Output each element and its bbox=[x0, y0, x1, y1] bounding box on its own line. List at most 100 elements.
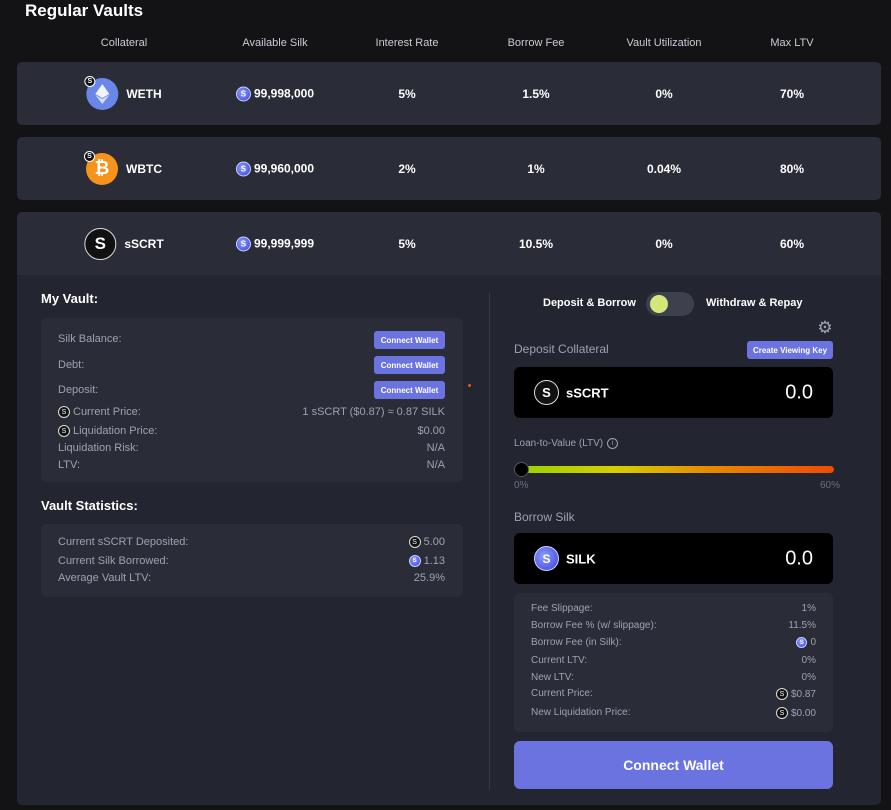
collateral-token-name: sSCRT bbox=[566, 385, 609, 400]
column-header-max-ltv: Max LTV bbox=[770, 37, 814, 49]
collateral-name: WETH bbox=[126, 86, 162, 101]
collateral-amount[interactable]: 0.0 bbox=[785, 381, 813, 404]
liquidation-risk-value: N/A bbox=[426, 442, 445, 454]
detail-value-row: S0 bbox=[796, 637, 816, 648]
detail-label: New LTV: bbox=[531, 672, 574, 683]
create-viewing-key-button[interactable]: Create Viewing Key bbox=[747, 341, 833, 359]
sscrt-icon: S bbox=[408, 536, 421, 548]
column-header-collateral: Collateral bbox=[100, 37, 148, 49]
borrow-amount[interactable]: 0.0 bbox=[785, 547, 813, 570]
vault-row-weth[interactable]: S WETH S 99,998,000 5% 1.5% 0% 70% bbox=[17, 62, 881, 125]
connect-wallet-button-deposit[interactable]: Connect Wallet bbox=[374, 381, 445, 399]
toggle-deposit-borrow-label: Deposit & Borrow bbox=[543, 297, 636, 309]
ltv-value: N/A bbox=[426, 459, 445, 471]
detail-label: New Liquidation Price: bbox=[531, 707, 631, 718]
detail-value: $0.87 bbox=[790, 688, 816, 700]
silk-balance-label: Silk Balance: bbox=[58, 333, 122, 345]
liquidation-price-value: $0.00 bbox=[417, 425, 445, 437]
column-header-vault-utilization: Vault Utilization bbox=[626, 37, 702, 49]
detail-value: 0 bbox=[810, 637, 816, 648]
deposit-label: Deposit: bbox=[58, 384, 99, 396]
detail-label: Current LTV: bbox=[531, 655, 588, 666]
vault-statistics-title: Vault Statistics: bbox=[41, 498, 138, 513]
weth-icon: S bbox=[84, 75, 119, 110]
detail-label: Current Price: bbox=[531, 688, 593, 699]
avg-ltv-label: Average Vault LTV: bbox=[58, 572, 152, 584]
sscrt-icon: S bbox=[534, 380, 559, 405]
ltv-slider-handle[interactable] bbox=[514, 462, 529, 477]
silk-icon: S bbox=[235, 236, 251, 251]
toggle-withdraw-repay-label: Withdraw & Repay bbox=[706, 297, 803, 309]
ltv-max-label: 60% bbox=[820, 480, 841, 491]
collateral-input[interactable]: S sSCRT 0.0 bbox=[514, 367, 833, 418]
borrow-fee: 10.5% bbox=[518, 236, 554, 251]
silk-icon: S bbox=[235, 86, 251, 101]
my-vault-title: My Vault: bbox=[41, 291, 99, 306]
interest-rate: 2% bbox=[398, 161, 416, 176]
mode-toggle[interactable] bbox=[646, 292, 694, 316]
vault-utilization: 0% bbox=[655, 86, 673, 101]
gear-icon[interactable]: ⚙ bbox=[816, 319, 834, 337]
detail-value: 1% bbox=[801, 603, 816, 614]
detail-label: Borrow Fee (in Silk): bbox=[531, 637, 622, 648]
detail-value: 11.5% bbox=[788, 620, 816, 631]
status-dot bbox=[468, 384, 471, 387]
connect-wallet-button-silk[interactable]: Connect Wallet bbox=[374, 331, 445, 349]
borrowed-label: Current Silk Borrowed: bbox=[58, 555, 169, 567]
toggle-knob bbox=[650, 295, 668, 313]
detail-label: Borrow Fee % (w/ slippage): bbox=[531, 620, 657, 631]
page-title: Regular Vaults bbox=[25, 1, 144, 20]
max-ltv: 80% bbox=[779, 161, 805, 176]
vault-row-sscrt[interactable]: S sSCRT S 99,999,999 5% 10.5% 0% 60% bbox=[17, 212, 881, 275]
silk-icon: S bbox=[408, 555, 421, 567]
column-header-borrow-fee: Borrow Fee bbox=[507, 37, 565, 49]
collateral-name: WBTC bbox=[126, 161, 162, 176]
connect-wallet-button-debt[interactable]: Connect Wallet bbox=[374, 356, 445, 374]
debt-label: Debt: bbox=[58, 359, 85, 371]
liquidation-price-row: S Liquidation Price: bbox=[58, 425, 157, 437]
borrowed-value: 1.13 bbox=[423, 555, 445, 567]
sscrt-icon: S bbox=[775, 707, 788, 719]
max-ltv: 60% bbox=[779, 236, 805, 251]
silk-icon: S bbox=[796, 637, 808, 648]
ltv-slider-label: Loan-to-Value (LTV) bbox=[514, 438, 604, 449]
detail-value: 0% bbox=[801, 655, 816, 666]
detail-label: Fee Slippage: bbox=[531, 603, 593, 614]
detail-value-row: S $0.00 bbox=[775, 707, 816, 719]
interest-rate: 5% bbox=[398, 236, 416, 251]
liquidation-risk-label: Liquidation Risk: bbox=[58, 442, 139, 454]
liquidation-price-label: Liquidation Price: bbox=[73, 425, 158, 437]
current-price-row: S Current Price: bbox=[58, 406, 141, 418]
ltv-slider-track[interactable] bbox=[521, 466, 834, 473]
ltv-min-label: 0% bbox=[514, 480, 529, 491]
collateral-name: sSCRT bbox=[124, 236, 164, 251]
sscrt-icon: S bbox=[58, 425, 70, 437]
vault-utilization: 0% bbox=[655, 236, 673, 251]
available-silk: 99,999,999 bbox=[253, 236, 315, 251]
detail-value: 0% bbox=[801, 672, 816, 683]
deposited-label: Current sSCRT Deposited: bbox=[58, 536, 189, 548]
borrow-input[interactable]: S SILK 0.0 bbox=[514, 533, 833, 584]
column-header-interest-rate: Interest Rate bbox=[375, 37, 439, 49]
sscrt-icon: S bbox=[58, 406, 70, 418]
detail-value-row: S $0.87 bbox=[775, 688, 816, 700]
current-price-value: 1 sSCRT ($0.87) ≈ 0.87 SILK bbox=[302, 406, 445, 418]
vault-utilization: 0.04% bbox=[646, 161, 682, 176]
borrow-token-name: SILK bbox=[566, 551, 596, 566]
available-silk: 99,960,000 bbox=[253, 161, 315, 176]
borrowed-row: S 1.13 bbox=[408, 555, 445, 567]
ltv-label-row: Loan-to-Value (LTV) i bbox=[514, 438, 619, 449]
wbtc-icon: S ₿ bbox=[84, 150, 118, 185]
info-icon[interactable]: i bbox=[607, 438, 619, 449]
silk-icon: S bbox=[235, 161, 251, 176]
vault-row-wbtc[interactable]: S ₿ WBTC S 99,960,000 2% 1% 0.04% 80% bbox=[17, 137, 881, 200]
panel-divider bbox=[489, 293, 490, 790]
avg-ltv-value: 25.9% bbox=[413, 572, 445, 584]
max-ltv: 70% bbox=[779, 86, 805, 101]
ltv-label: LTV: bbox=[58, 459, 81, 471]
sscrt-icon: S bbox=[84, 227, 117, 260]
borrow-fee: 1% bbox=[527, 161, 545, 176]
available-silk: 99,998,000 bbox=[253, 86, 315, 101]
interest-rate: 5% bbox=[398, 86, 416, 101]
connect-wallet-button[interactable]: Connect Wallet bbox=[514, 741, 833, 789]
